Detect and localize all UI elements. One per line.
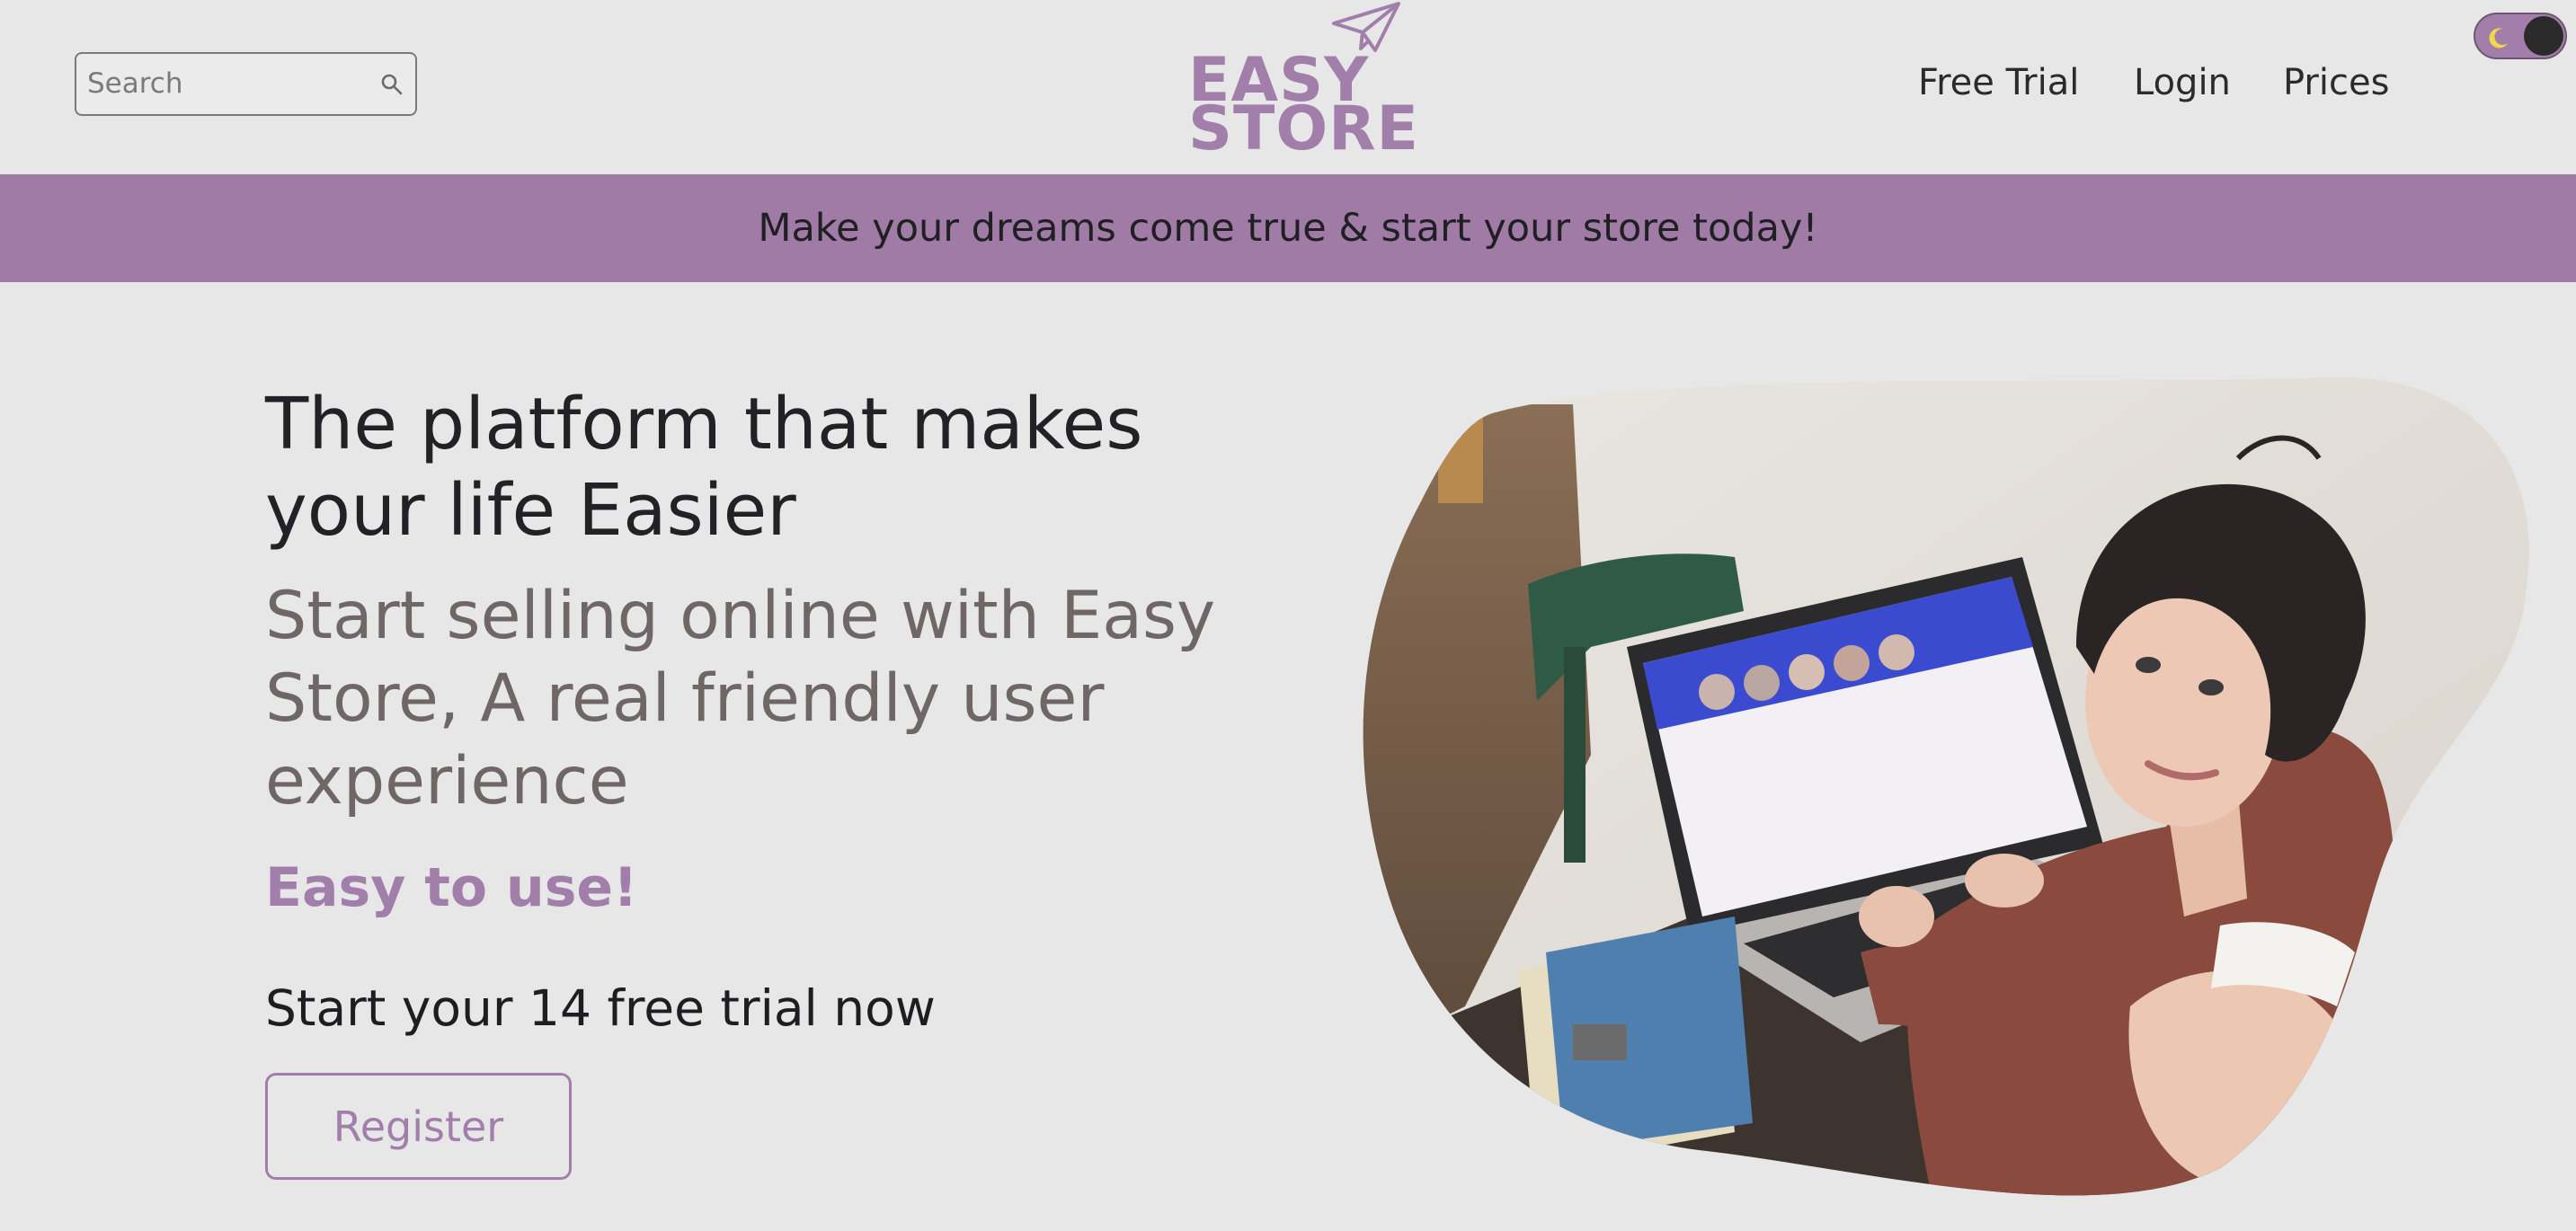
search-icon[interactable] [379,72,404,97]
moon-icon [2489,28,2508,49]
logo[interactable]: EASY STORE [1177,0,1418,171]
nav-prices[interactable]: Prices [2283,56,2389,110]
banner-text: Make your dreams come true & start your … [758,206,1818,251]
hero-tagline: Easy to use! [265,856,638,919]
theme-toggle[interactable] [2474,13,2567,59]
nav-free-trial[interactable]: Free Trial [1918,56,2079,110]
logo-text-store: STORE [1188,93,1419,164]
promo-banner: Make your dreams come true & start your … [0,174,2576,282]
site-header: EASY STORE Free Trial Login Prices [0,0,2576,174]
hero-photo [1363,377,2529,1196]
trial-cta-text: Start your 14 free trial now [265,979,936,1037]
hero-title: The platform that makes your life Easier [265,383,1143,552]
nav-login[interactable]: Login [2134,56,2231,110]
register-button[interactable]: Register [265,1073,572,1180]
hero-subtitle: Start selling online with Easy Store, A … [265,578,1216,819]
toggle-knob [2524,16,2563,56]
search-box[interactable] [75,52,417,116]
search-input[interactable] [82,58,351,110]
